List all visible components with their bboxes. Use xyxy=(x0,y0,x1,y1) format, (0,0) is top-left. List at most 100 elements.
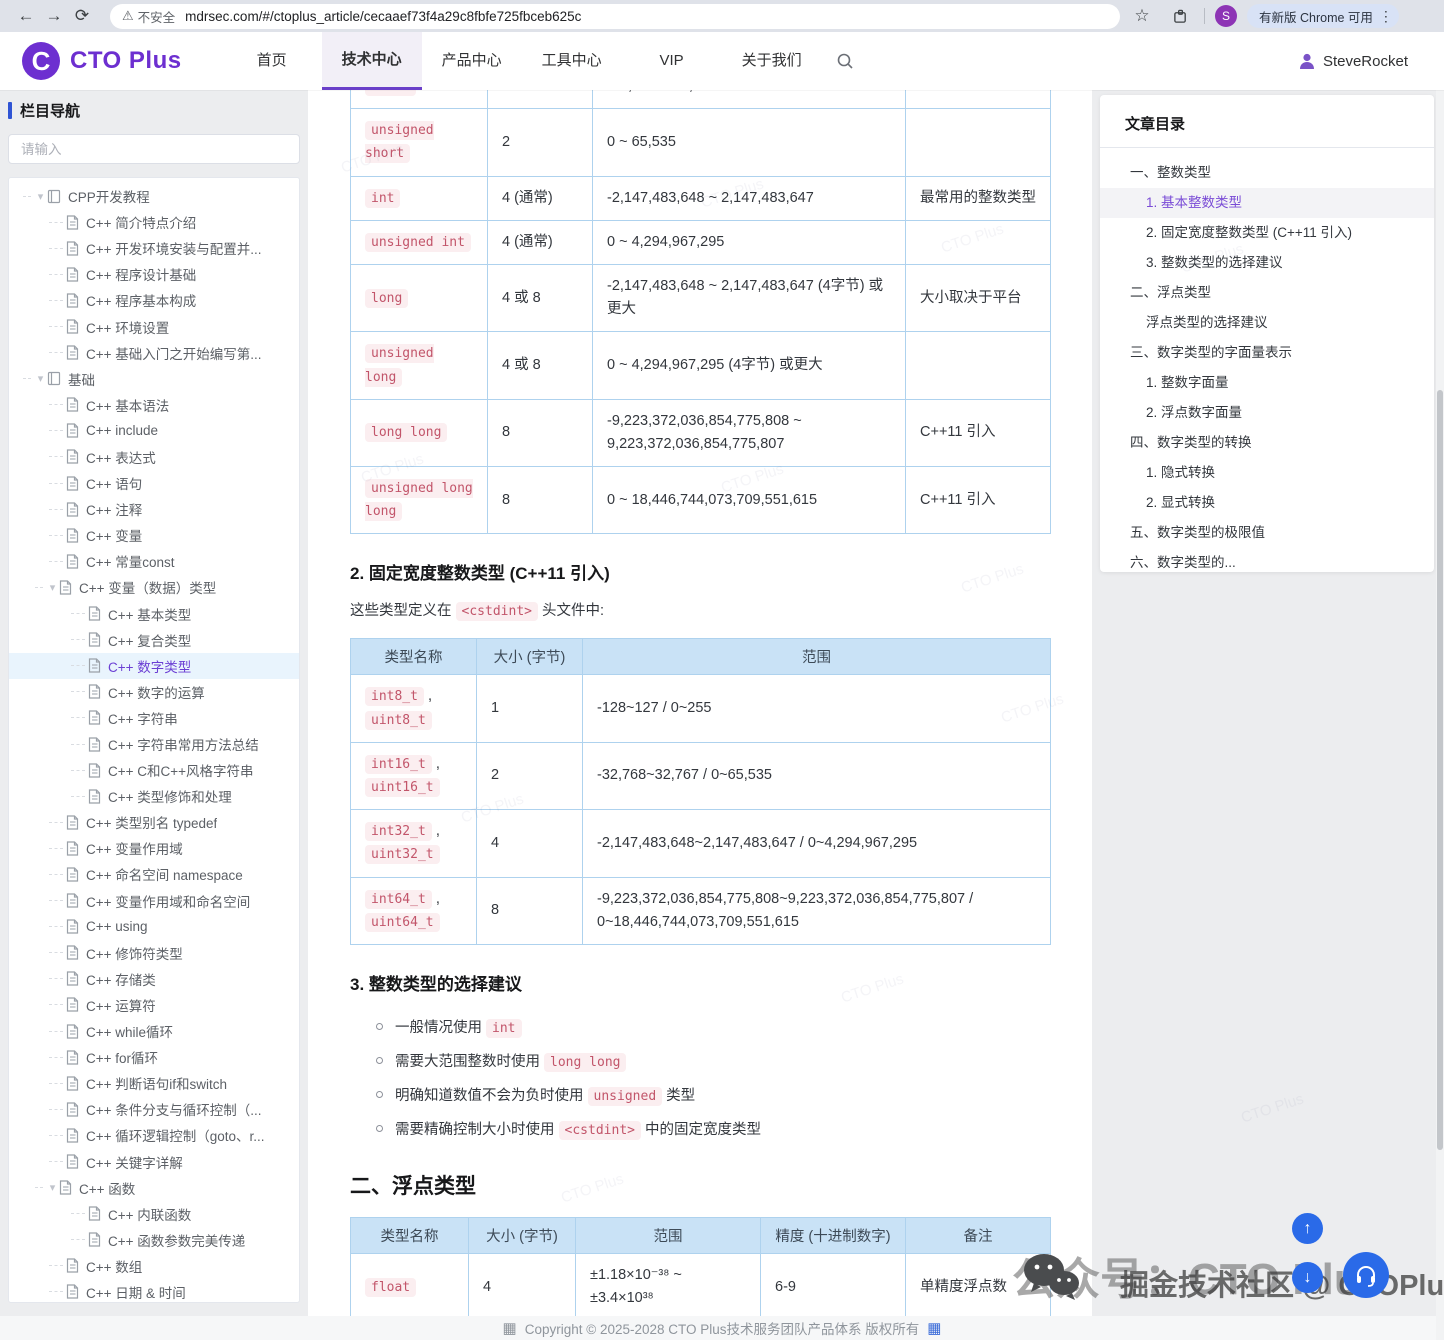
tree-item-8[interactable]: C++ 基本语法 xyxy=(9,392,299,418)
support-button[interactable] xyxy=(1343,1252,1389,1298)
tree-item-3[interactable]: C++ 程序设计基础 xyxy=(9,261,299,287)
tree-item-19[interactable]: C++ 数字的运算 xyxy=(9,679,299,705)
tree-item-9[interactable]: C++ include xyxy=(9,418,299,444)
toc-item-6[interactable]: 三、数字类型的字面量表示 xyxy=(1100,338,1434,368)
table-cell: 0 ~ 18,446,744,073,709,551,615 xyxy=(593,467,906,534)
sidebar-search-input[interactable] xyxy=(8,134,300,164)
user-icon xyxy=(1297,51,1317,71)
nav-item-2[interactable]: 产品中心 xyxy=(422,32,522,90)
tree-item-13[interactable]: C++ 变量 xyxy=(9,522,299,548)
tree-item-25[interactable]: C++ 变量作用域 xyxy=(9,835,299,861)
tree-guide-dash xyxy=(49,1161,63,1162)
tree-item-33[interactable]: C++ for循环 xyxy=(9,1044,299,1070)
tree-item-14[interactable]: C++ 常量const xyxy=(9,548,299,574)
toc-item-13[interactable]: 六、数字类型的... xyxy=(1100,548,1434,572)
tree-item-41[interactable]: C++ 数组 xyxy=(9,1253,299,1279)
doc-icon xyxy=(59,580,72,595)
tree-item-15[interactable]: ▾C++ 变量（数据）类型 xyxy=(9,574,299,600)
caret-down-icon[interactable]: ▾ xyxy=(34,190,47,203)
tree-item-label: 基础 xyxy=(68,369,95,389)
tree-item-label: C++ using xyxy=(86,919,148,934)
tree-item-24[interactable]: C++ 类型别名 typedef xyxy=(9,809,299,835)
search-button[interactable] xyxy=(822,32,868,90)
tree-item-1[interactable]: C++ 简介特点介绍 xyxy=(9,209,299,235)
user-account[interactable]: SteveRocket xyxy=(1297,32,1408,90)
tree-item-31[interactable]: C++ 运算符 xyxy=(9,992,299,1018)
tree-item-18[interactable]: C++ 数字类型 xyxy=(9,653,299,679)
tree-item-39[interactable]: C++ 内联函数 xyxy=(9,1201,299,1227)
doc-icon xyxy=(88,763,101,778)
nav-item-0[interactable]: 首页 xyxy=(222,32,322,90)
site-security-badge[interactable]: ⚠ 不安全 xyxy=(122,7,175,26)
toc-item-10[interactable]: 1. 隐式转换 xyxy=(1100,458,1434,488)
toc-item-1[interactable]: 1. 基本整数类型 xyxy=(1100,188,1434,218)
tree-item-27[interactable]: C++ 变量作用域和命名空间 xyxy=(9,888,299,914)
tree-item-label: C++ 类型别名 typedef xyxy=(86,812,217,832)
tree-item-40[interactable]: C++ 函数参数完美传递 xyxy=(9,1227,299,1253)
scroll-to-top-button[interactable]: ↑ xyxy=(1292,1213,1323,1244)
tree-item-4[interactable]: C++ 程序基本构成 xyxy=(9,287,299,313)
doc-icon xyxy=(66,476,79,491)
reload-icon[interactable]: ⟳ xyxy=(68,2,96,30)
tree-item-7[interactable]: ▾ 基础 xyxy=(9,366,299,392)
back-icon[interactable]: ← xyxy=(12,2,40,30)
toc-item-0[interactable]: 一、整数类型 xyxy=(1100,158,1434,188)
caret-down-icon[interactable]: ▾ xyxy=(46,1181,59,1194)
tree-item-0[interactable]: ▾CPP开发教程 xyxy=(9,183,299,209)
tree-item-23[interactable]: C++ 类型修饰和处理 xyxy=(9,783,299,809)
toc-item-7[interactable]: 1. 整数字面量 xyxy=(1100,368,1434,398)
tree-item-38[interactable]: ▾C++ 函数 xyxy=(9,1175,299,1201)
tree-item-label: C++ 循环逻辑控制（goto、r... xyxy=(86,1125,265,1145)
tree-item-35[interactable]: C++ 条件分支与循环控制（... xyxy=(9,1096,299,1122)
tree-item-22[interactable]: C++ C和C++风格字符串 xyxy=(9,757,299,783)
tree-item-5[interactable]: C++ 环境设置 xyxy=(9,313,299,339)
tree-item-37[interactable]: C++ 关键字详解 xyxy=(9,1148,299,1174)
extension-glyph xyxy=(1173,9,1188,24)
extensions-icon[interactable] xyxy=(1166,2,1194,30)
toc-item-9[interactable]: 四、数字类型的转换 xyxy=(1100,428,1434,458)
tree-item-42[interactable]: C++ 日期 & 时间 xyxy=(9,1279,299,1303)
nav-item-5[interactable]: 关于我们 xyxy=(722,32,822,90)
tree-guide-dash xyxy=(49,561,63,562)
scroll-to-bottom-button[interactable]: ↓ xyxy=(1292,1262,1323,1293)
tree-item-30[interactable]: C++ 存储类 xyxy=(9,966,299,992)
toc-item-4[interactable]: 二、浮点类型 xyxy=(1100,278,1434,308)
profile-avatar[interactable]: S xyxy=(1215,5,1237,27)
scrollbar-thumb[interactable] xyxy=(1437,390,1443,1150)
toc-item-5[interactable]: 浮点类型的选择建议 xyxy=(1100,308,1434,338)
tree-item-17[interactable]: C++ 复合类型 xyxy=(9,627,299,653)
nav-item-1[interactable]: 技术中心 xyxy=(322,32,422,90)
more-menu-icon[interactable]: ⋮ xyxy=(1379,8,1393,25)
tree-item-36[interactable]: C++ 循环逻辑控制（goto、r... xyxy=(9,1122,299,1148)
tree-item-10[interactable]: C++ 表达式 xyxy=(9,444,299,470)
toc-item-11[interactable]: 2. 显式转换 xyxy=(1100,488,1434,518)
tree-item-16[interactable]: C++ 基本类型 xyxy=(9,601,299,627)
nav-item-3[interactable]: 工具中心 xyxy=(522,32,622,90)
toc-item-8[interactable]: 2. 浮点数字面量 xyxy=(1100,398,1434,428)
tree-item-21[interactable]: C++ 字符串常用方法总结 xyxy=(9,731,299,757)
forward-icon[interactable]: → xyxy=(40,2,68,30)
tree-item-29[interactable]: C++ 修饰符类型 xyxy=(9,940,299,966)
tree-item-2[interactable]: C++ 开发环境安装与配置并... xyxy=(9,235,299,261)
tree-item-20[interactable]: C++ 字符串 xyxy=(9,705,299,731)
caret-down-icon[interactable]: ▾ xyxy=(46,581,59,594)
toc-item-2[interactable]: 2. 固定宽度整数类型 (C++11 引入) xyxy=(1100,218,1434,248)
tree-item-11[interactable]: C++ 语句 xyxy=(9,470,299,496)
chrome-update-chip[interactable]: 有新版 Chrome 可用 ⋮ xyxy=(1247,4,1399,28)
tree-item-26[interactable]: C++ 命名空间 namespace xyxy=(9,861,299,887)
toc-item-3[interactable]: 3. 整数类型的选择建议 xyxy=(1100,248,1434,278)
bookmark-star-icon[interactable]: ☆ xyxy=(1128,2,1156,30)
caret-down-icon[interactable]: ▾ xyxy=(34,372,47,385)
address-bar[interactable]: ⚠ 不安全 mdrsec.com/#/ctoplus_article/cecaa… xyxy=(110,4,1120,29)
tree-item-6[interactable]: C++ 基础入门之开始编写第... xyxy=(9,340,299,366)
nav-item-4[interactable]: VIP xyxy=(622,32,722,90)
toc-item-12[interactable]: 五、数字类型的极限值 xyxy=(1100,518,1434,548)
site-logo[interactable]: C CTO Plus xyxy=(22,42,182,80)
tree-item-28[interactable]: C++ using xyxy=(9,914,299,940)
tree-item-32[interactable]: C++ while循环 xyxy=(9,1018,299,1044)
tree-item-label: C++ 程序基本构成 xyxy=(86,290,196,310)
tree-item-12[interactable]: C++ 注释 xyxy=(9,496,299,522)
table-cell: -32,768~32,767 / 0~65,535 xyxy=(583,742,1051,809)
tree-guide-dash xyxy=(49,900,63,901)
tree-item-34[interactable]: C++ 判断语句if和switch xyxy=(9,1070,299,1096)
